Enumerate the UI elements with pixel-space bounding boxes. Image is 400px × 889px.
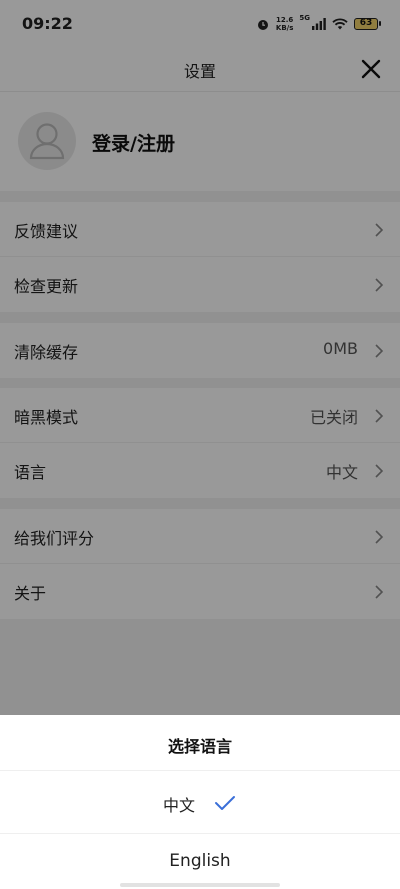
- language-option-english[interactable]: English: [0, 834, 400, 889]
- language-picker-sheet: 选择语言 中文 English: [0, 715, 400, 889]
- option-label: English: [169, 851, 231, 871]
- home-indicator: [120, 883, 280, 887]
- option-label: 中文: [163, 796, 196, 815]
- language-option-chinese[interactable]: 中文: [0, 771, 400, 833]
- checkmark-icon: [215, 796, 235, 810]
- sheet-title: 选择语言: [167, 737, 232, 756]
